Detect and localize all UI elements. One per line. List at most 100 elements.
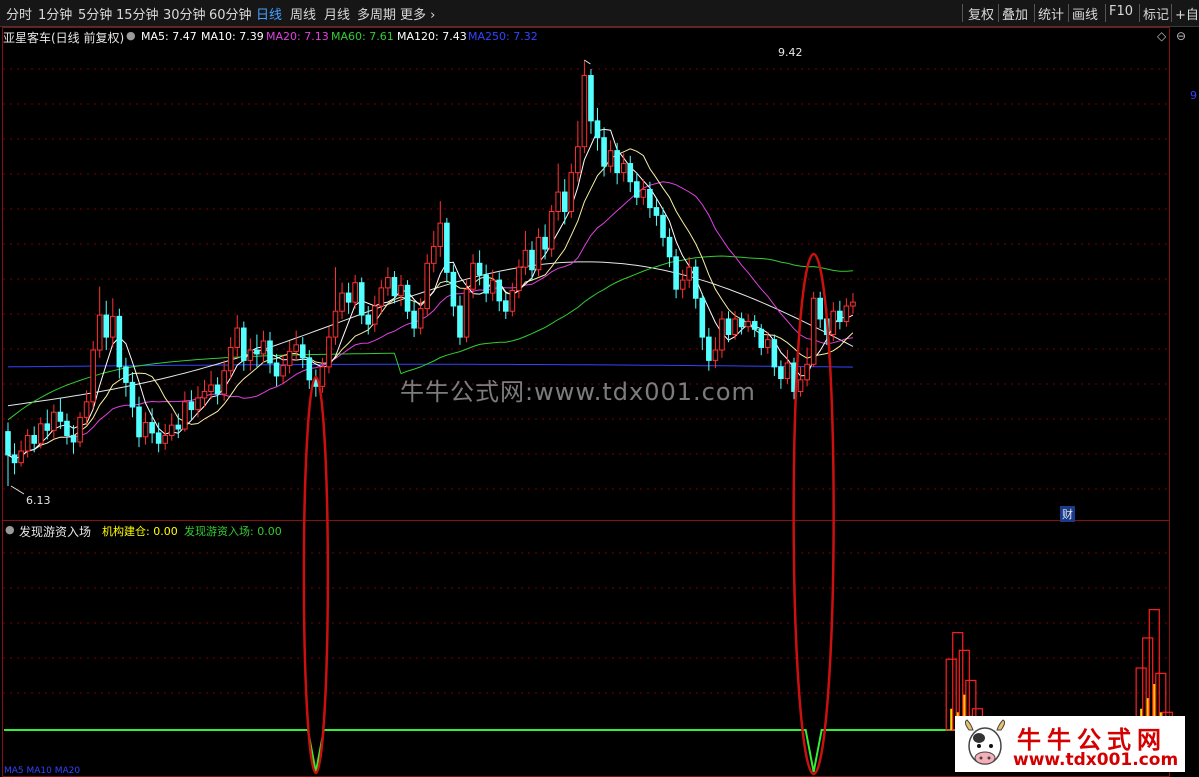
ma5-line: [7, 128, 854, 460]
high-price-label: 9.42: [778, 46, 803, 59]
candle-body: [725, 318, 732, 336]
candle-body: [352, 282, 358, 303]
candle-body: [398, 284, 404, 297]
candle-body: [706, 336, 712, 361]
candle-body: [804, 363, 810, 381]
candle-body: [588, 75, 594, 122]
candle-body: [797, 379, 804, 392]
candle-body: [712, 349, 719, 361]
candle-body: [299, 344, 306, 359]
candle-body: [679, 279, 686, 290]
candle-body: [784, 362, 791, 380]
candle-body: [83, 401, 90, 418]
candle-body: [529, 249, 535, 271]
candle-body: [463, 288, 470, 338]
candle-body: [129, 381, 136, 408]
candle-body: [247, 349, 254, 361]
high-marker: [584, 59, 591, 65]
candle-body: [306, 357, 313, 381]
candle-body: [607, 150, 614, 167]
candle-body: [476, 262, 483, 276]
candle-body: [168, 424, 175, 437]
candle-body: [241, 327, 247, 361]
candle-body: [489, 279, 496, 294]
candle-body: [535, 236, 542, 271]
candle-body: [136, 406, 142, 438]
candle-body: [182, 401, 188, 430]
candle-body: [509, 289, 516, 312]
candle-body: [227, 346, 234, 372]
candle-body: [24, 435, 31, 452]
watermark-text: 牛牛公式网:www.tdx001.com: [400, 378, 756, 406]
candle-body: [765, 339, 771, 348]
candle-body: [837, 310, 843, 323]
candle-body: [326, 336, 332, 368]
candle-body: [31, 435, 37, 444]
candle-body: [640, 188, 647, 198]
candle-body: [673, 256, 679, 290]
candle-body: [437, 222, 444, 247]
candle-body: [175, 424, 182, 430]
candle-body: [503, 300, 509, 312]
candle-body: [810, 297, 817, 365]
candle-body: [686, 266, 693, 281]
finance-badge[interactable]: 财: [1060, 506, 1075, 522]
candle-body: [37, 423, 44, 444]
candle-body: [620, 163, 627, 174]
candle-body: [201, 390, 208, 399]
candle-body: [51, 411, 57, 431]
candle-body: [286, 350, 293, 367]
candle-body: [548, 210, 555, 250]
candle-body: [457, 305, 463, 338]
candle-body: [208, 384, 214, 392]
candle-body: [116, 315, 123, 368]
candle-body: [542, 236, 548, 250]
low-price-label: 6.13: [26, 494, 51, 507]
candle-body: [738, 318, 745, 328]
candle-body: [470, 262, 476, 290]
candle-body: [404, 284, 411, 312]
candle-body: [260, 340, 267, 355]
candle-body: [817, 297, 824, 320]
candle-body: [332, 310, 339, 338]
candle-body: [555, 191, 562, 212]
candle-body: [601, 137, 607, 167]
candle-body: [522, 249, 529, 268]
candle-body: [11, 454, 18, 464]
candle-body: [568, 172, 575, 212]
candle-body: [496, 279, 503, 302]
candle-body: [424, 262, 430, 310]
candle-body: [385, 277, 391, 289]
candle-body: [444, 222, 450, 273]
candle-body: [378, 287, 385, 307]
candle-body: [149, 422, 155, 434]
right-edge-label: 9: [1190, 89, 1197, 102]
candle-body: [653, 207, 660, 216]
candle-body: [5, 431, 11, 456]
candle-body: [745, 321, 751, 328]
candle-body: [758, 328, 765, 348]
low-marker: [10, 485, 25, 495]
candle-body: [267, 340, 273, 364]
candle-body: [417, 308, 424, 329]
candle-body: [195, 397, 201, 411]
candle-body: [162, 435, 168, 444]
candle-body: [57, 411, 64, 422]
candle-body: [581, 75, 588, 148]
candle-body: [280, 365, 286, 377]
candle-body: [719, 318, 725, 351]
candle-body: [771, 339, 778, 368]
candle-body: [751, 321, 758, 330]
candle-body: [372, 305, 378, 325]
candle-body: [516, 266, 522, 291]
candle-body: [483, 274, 489, 294]
signal-bar-yellow: [950, 708, 953, 730]
brand-url: www.tdx001.com: [1013, 750, 1179, 770]
bottom-ma-info: MA5 MA10 MA20: [4, 766, 81, 776]
candle-body: [96, 314, 103, 351]
candle-body: [254, 349, 260, 355]
candle-body: [90, 349, 96, 403]
candle-body: [70, 435, 77, 443]
candle-body: [319, 366, 326, 387]
candle-body: [660, 214, 666, 238]
